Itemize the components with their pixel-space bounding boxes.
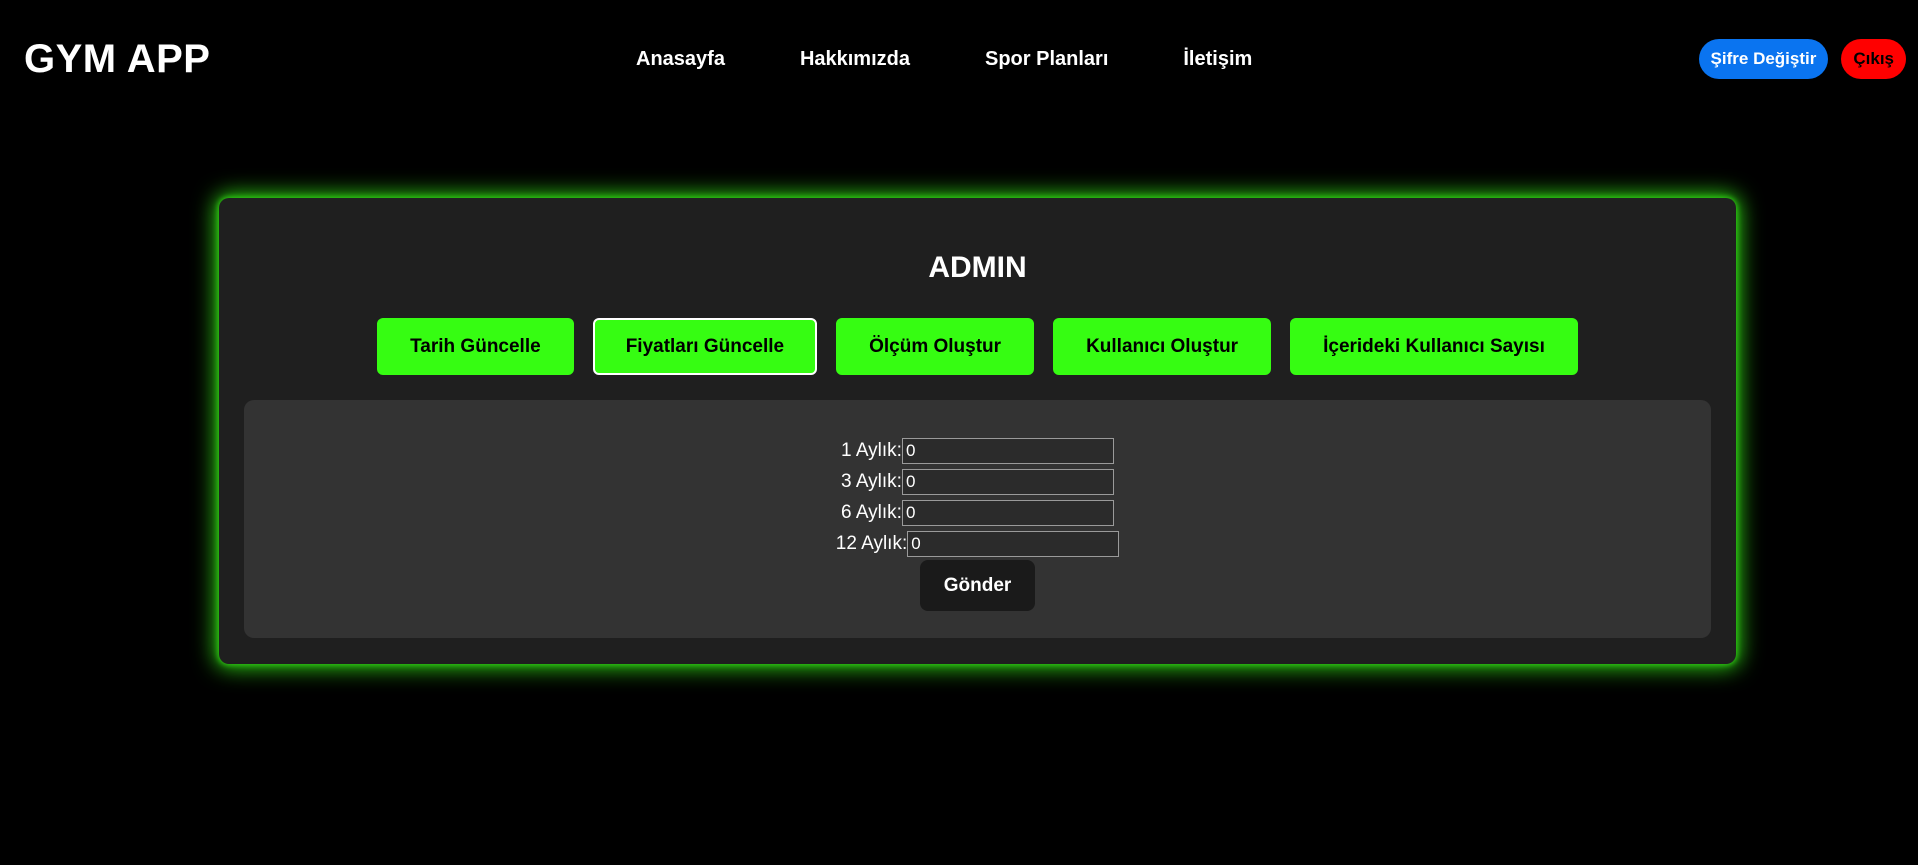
input-3-aylik[interactable] — [901, 468, 1114, 495]
tab-olcum-olustur[interactable]: Ölçüm Oluştur — [836, 318, 1035, 375]
input-6-aylik[interactable] — [901, 499, 1114, 526]
tab-tarih-guncelle[interactable]: Tarih Güncelle — [377, 318, 574, 375]
label-3-aylik: 3 Aylık: — [841, 471, 902, 492]
tab-kullanici-olustur[interactable]: Kullanıcı Oluştur — [1053, 318, 1272, 375]
form-row-1-aylik: 1 Aylık: — [841, 435, 1114, 466]
nav-links: Anasayfa Hakkımızda Spor Planları İletiş… — [636, 46, 1252, 72]
admin-title: ADMIN — [928, 251, 1027, 284]
label-12-aylik: 12 Aylık: — [835, 533, 908, 554]
form-row-6-aylik: 6 Aylık: — [841, 497, 1114, 528]
nav-link-anasayfa[interactable]: Anasayfa — [636, 46, 725, 72]
price-form-panel: 1 Aylık: 3 Aylık: 6 Aylık: 12 Aylık: Gön… — [244, 400, 1711, 638]
price-form: 1 Aylık: 3 Aylık: 6 Aylık: 12 Aylık: Gön… — [244, 435, 1711, 611]
tab-fiyatlari-guncelle[interactable]: Fiyatları Güncelle — [592, 318, 818, 375]
input-12-aylik[interactable] — [907, 530, 1120, 557]
submit-button[interactable]: Gönder — [919, 560, 1036, 611]
nav-link-spor-planlari[interactable]: Spor Planları — [985, 46, 1108, 72]
form-row-3-aylik: 3 Aylık: — [841, 466, 1114, 497]
logout-button[interactable]: Çıkış — [1841, 39, 1906, 79]
admin-card: ADMIN Tarih Güncelle Fiyatları Güncelle … — [219, 198, 1736, 664]
navbar: GYM APP Anasayfa Hakkımızda Spor Planlar… — [0, 0, 1918, 118]
form-row-12-aylik: 12 Aylık: — [835, 528, 1120, 559]
nav-actions: Şifre Değiştir Çıkış — [1698, 39, 1906, 79]
brand-logo[interactable]: GYM APP — [24, 36, 211, 82]
label-6-aylik: 6 Aylık: — [841, 502, 902, 523]
nav-link-iletisim[interactable]: İletişim — [1183, 46, 1252, 72]
admin-tabs: Tarih Güncelle Fiyatları Güncelle Ölçüm … — [219, 318, 1736, 375]
nav-link-hakkimizda[interactable]: Hakkımızda — [800, 46, 910, 72]
change-password-button[interactable]: Şifre Değiştir — [1698, 39, 1829, 79]
input-1-aylik[interactable] — [901, 437, 1114, 464]
tab-icerideki-kullanici-sayisi[interactable]: İçerideki Kullanıcı Sayısı — [1290, 318, 1578, 375]
label-1-aylik: 1 Aylık: — [841, 440, 902, 461]
